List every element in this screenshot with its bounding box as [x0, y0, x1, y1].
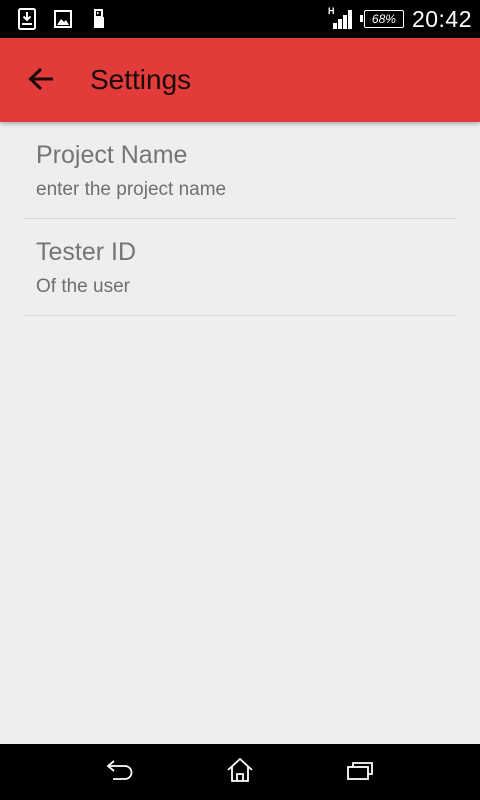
preference-project-name[interactable]: Project Name enter the project name: [24, 122, 456, 219]
arrow-back-icon: [27, 66, 55, 97]
preference-title: Tester ID: [36, 238, 137, 266]
status-bar: H 68% 20:42: [0, 0, 480, 38]
settings-screen: H 68% 20:42 Settings Project Name enter …: [0, 0, 480, 800]
navigation-bar: [0, 744, 480, 800]
nav-back-button[interactable]: [102, 756, 138, 788]
image-icon: [54, 10, 72, 33]
battery-level: 68%: [371, 12, 396, 26]
nav-recents-button[interactable]: [342, 756, 378, 788]
back-icon: [105, 758, 135, 787]
nav-home-button[interactable]: [222, 756, 258, 788]
status-indicators: H 68% 20:42: [328, 0, 472, 38]
status-clock: 20:42: [411, 5, 472, 32]
preference-title: Project Name: [36, 141, 188, 169]
home-icon: [225, 756, 255, 789]
preference-summary: enter the project name: [36, 179, 227, 200]
signal-strength-icon: H: [328, 7, 354, 31]
network-type-label: H: [327, 6, 335, 16]
battery-icon: 68%: [359, 10, 404, 28]
download-icon: [18, 8, 36, 35]
back-button[interactable]: [18, 58, 64, 104]
page-title: Settings: [90, 64, 192, 95]
preference-summary: Of the user: [36, 276, 130, 297]
preference-tester-id[interactable]: Tester ID Of the user: [24, 219, 456, 316]
recents-icon: [345, 759, 375, 786]
usb-icon: [93, 9, 105, 34]
preference-list: Project Name enter the project name Test…: [24, 122, 456, 316]
app-bar: Settings: [0, 38, 480, 122]
